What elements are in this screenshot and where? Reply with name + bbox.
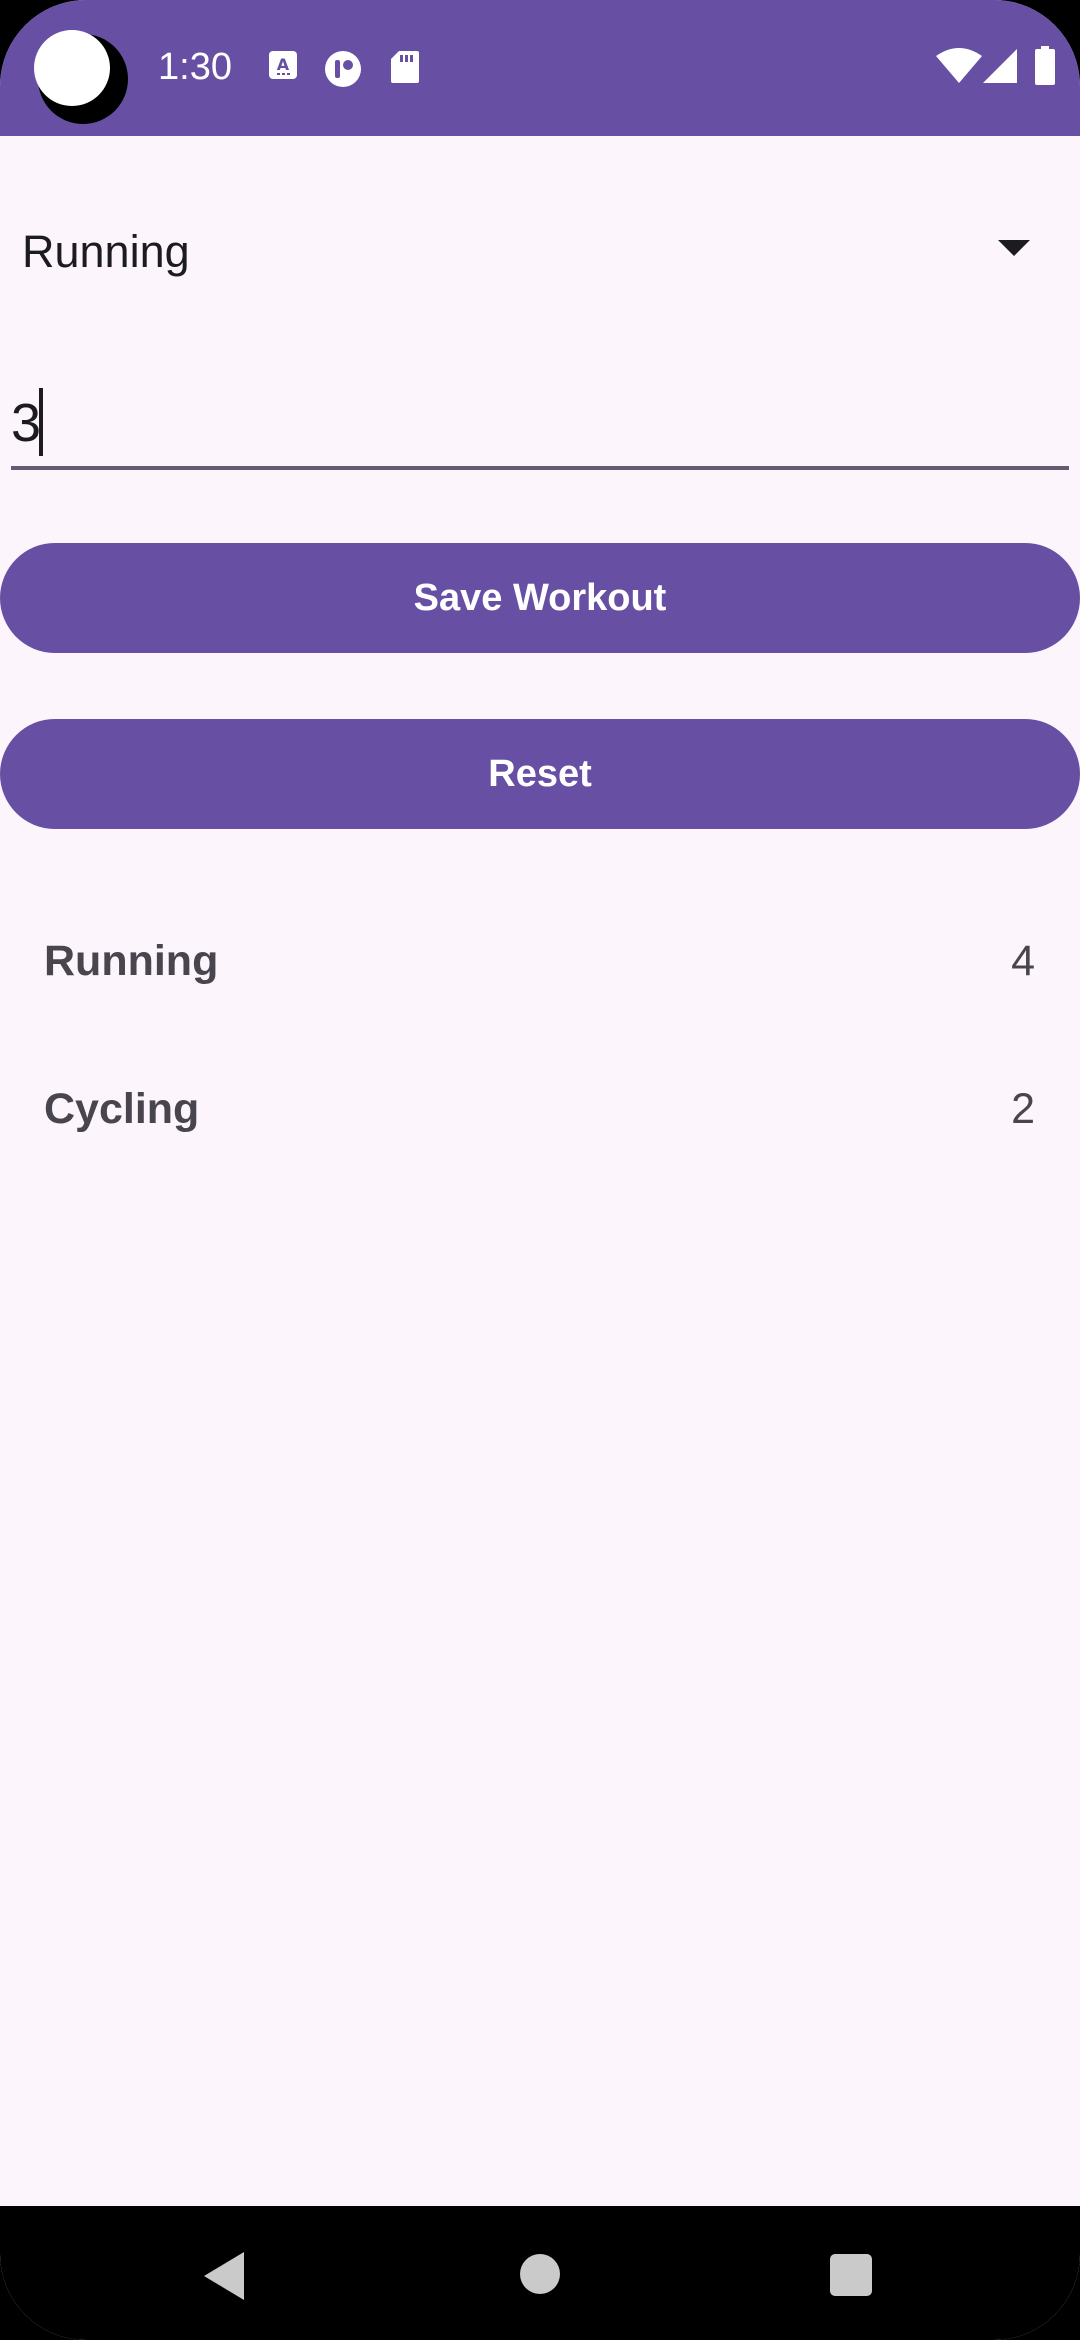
dropdown-arrow-icon — [998, 240, 1030, 256]
workout-count: 4 — [1011, 937, 1035, 985]
status-bar: 1:30 A — [0, 0, 1080, 136]
svg-text:A: A — [277, 55, 290, 74]
navigation-bar — [0, 2206, 1080, 2340]
list-item: Running 4 — [0, 910, 1080, 1010]
duration-input-value: 3 — [11, 393, 42, 453]
home-icon[interactable] — [520, 2254, 560, 2294]
camera-cutout — [34, 30, 110, 106]
list-item: Cycling 2 — [0, 1058, 1080, 1158]
text-cursor — [39, 388, 43, 456]
text-a-icon: A — [268, 50, 298, 85]
recents-icon[interactable] — [830, 2254, 872, 2296]
status-time: 1:30 — [158, 46, 232, 88]
workout-name: Running — [44, 937, 219, 985]
app-circle-icon — [324, 50, 362, 93]
signal-icon — [982, 48, 1018, 89]
sd-card-icon — [390, 50, 420, 89]
workout-type-selected: Running — [22, 226, 190, 277]
workout-type-dropdown[interactable]: Running — [0, 196, 1080, 306]
duration-input[interactable]: 3 — [11, 370, 1069, 470]
app-screen: 1:30 A Running 3 Save Workout Reset Runn… — [0, 0, 1080, 2340]
battery-icon — [1034, 46, 1056, 91]
reset-button[interactable]: Reset — [0, 719, 1080, 829]
save-workout-button[interactable]: Save Workout — [0, 543, 1080, 653]
workout-count: 2 — [1011, 1085, 1035, 1133]
back-icon[interactable] — [204, 2252, 244, 2300]
wifi-icon — [936, 48, 982, 89]
workout-name: Cycling — [44, 1085, 200, 1133]
